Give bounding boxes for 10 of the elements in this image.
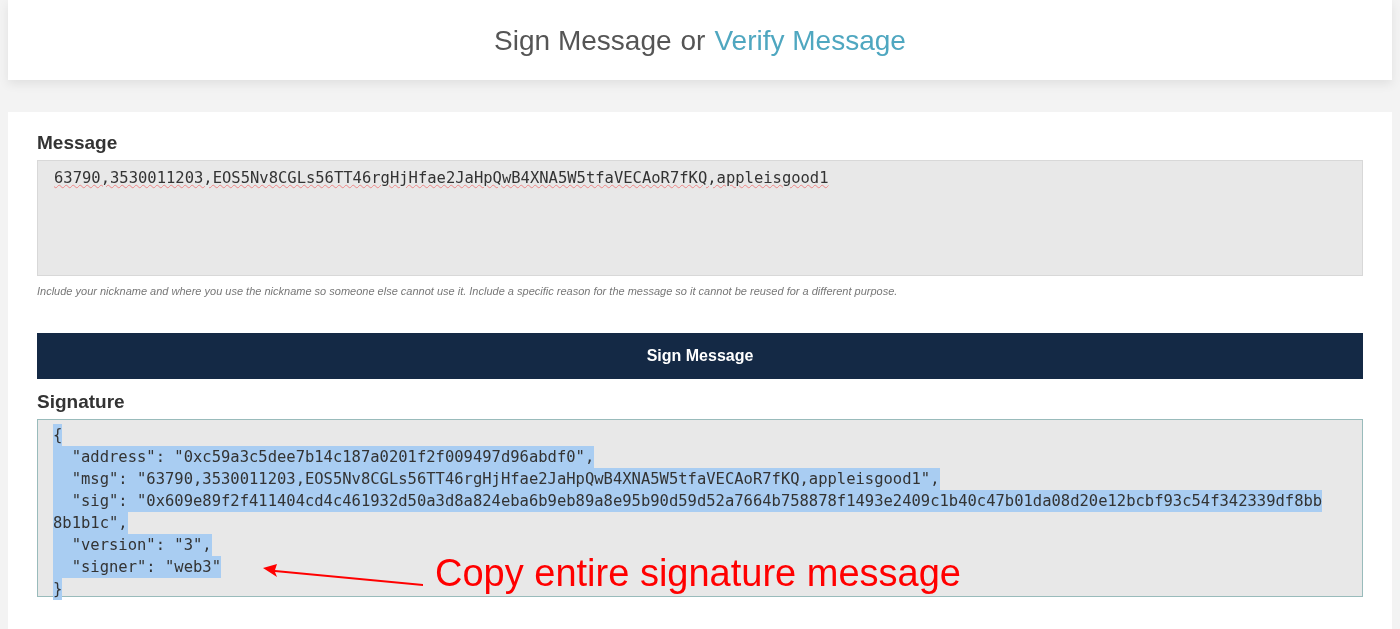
message-hint: Include your nickname and where you use the nickname so someone else cannot use it. Include a specific reason for the message so it cannot be reused for a different purpose.	[37, 285, 899, 297]
message-label: Message	[37, 132, 119, 154]
signature-field[interactable]	[37, 419, 1363, 597]
page-title: Sign Message	[494, 25, 672, 57]
message-field[interactable]: 63790,3530011203,EOS5Nv8CGLs56TT46rgHjHfae2JaHpQwB4XNA5W5tfaVECAoR7fKQ,appleisgood1	[37, 160, 1363, 276]
annotation-text: Copy entire signature message	[435, 552, 961, 595]
signature-label: Signature	[37, 391, 126, 413]
or-text: or	[680, 25, 706, 57]
sign-message-button[interactable]: Sign Message	[37, 333, 1363, 379]
annotation-arrow-icon	[263, 561, 423, 586]
